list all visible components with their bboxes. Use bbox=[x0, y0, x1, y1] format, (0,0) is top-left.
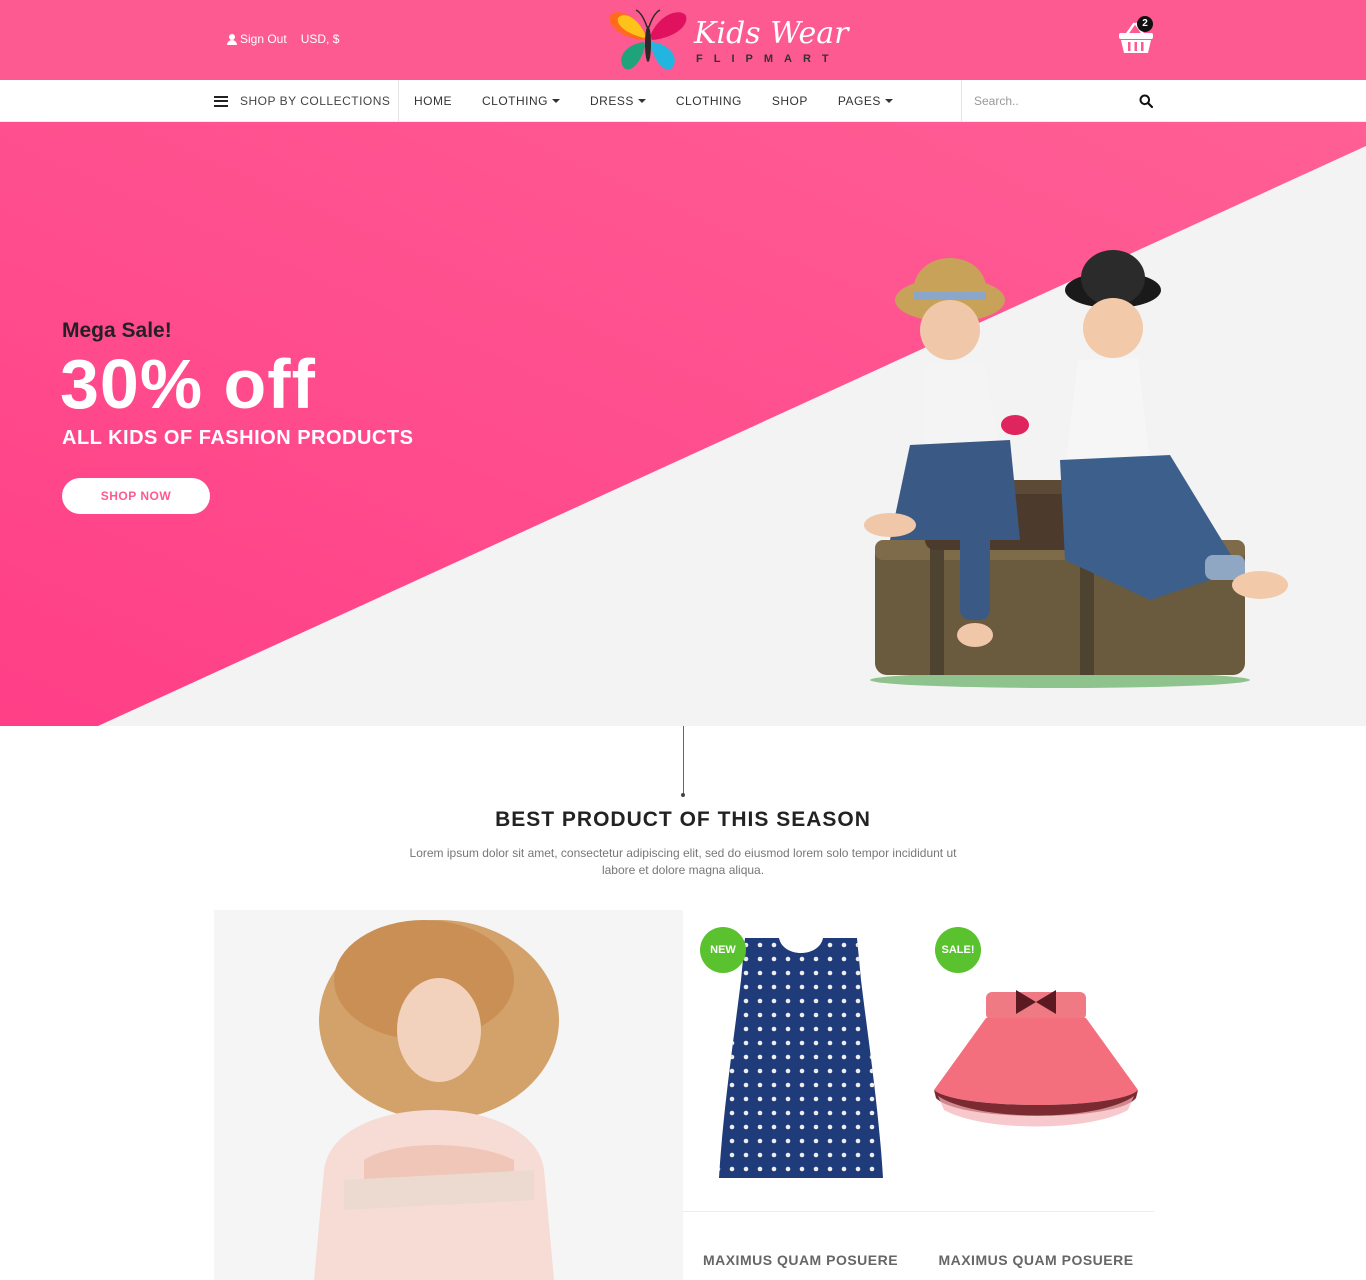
hero-headline: 30% off bbox=[60, 345, 316, 423]
featured-product-image[interactable] bbox=[214, 910, 683, 1280]
sale-badge: SALE! bbox=[935, 927, 981, 973]
nav-item-label: PAGES bbox=[837, 94, 881, 108]
cart-count-badge: 2 bbox=[1137, 16, 1153, 32]
logo-title: Kids Wear bbox=[694, 16, 849, 51]
nav-item-label: CLOTHING bbox=[675, 94, 742, 108]
logo-subtitle: FLIPMART bbox=[696, 53, 840, 65]
product-card[interactable]: SALE! MAXIMUS QUAM POSUERE bbox=[918, 910, 1154, 1280]
girl-in-sweater-image bbox=[314, 920, 559, 1280]
main-menu: HOME CLOTHING DRESS CLOTHING SHOP PAGES bbox=[399, 80, 908, 122]
user-icon bbox=[227, 34, 237, 45]
section-title: BEST PRODUCT OF THIS SEASON bbox=[495, 808, 871, 831]
cart-button[interactable]: 2 bbox=[1117, 16, 1155, 56]
hero-banner: Mega Sale! 30% off ALL KIDS OF FASHION P… bbox=[0, 122, 1366, 726]
caret-down-icon bbox=[637, 99, 646, 103]
nav-item-label: HOME bbox=[414, 94, 452, 108]
section-description: Lorem ipsum dolor sit amet, consectetur … bbox=[409, 846, 957, 877]
hero-subtitle: ALL KIDS OF FASHION PRODUCTS bbox=[62, 427, 414, 449]
nav-item-pages-dropdown[interactable]: PAGES bbox=[823, 94, 908, 108]
caret-down-icon bbox=[884, 99, 893, 103]
nav-item-home[interactable]: HOME bbox=[399, 94, 467, 108]
top-header: Sign Out USD, $ Kids Wear FLIPMART 2 bbox=[0, 0, 1366, 80]
hero-pretitle: Mega Sale! bbox=[62, 319, 172, 342]
nav-item-label: DRESS bbox=[590, 94, 634, 108]
butterfly-logo-icon bbox=[609, 9, 687, 70]
product-card[interactable]: NEW MAXIMUS QUAM POSUERE bbox=[683, 910, 919, 1280]
currency-selector[interactable]: USD, $ bbox=[301, 32, 340, 46]
shop-by-collections-button[interactable]: SHOP BY COLLECTIONS bbox=[214, 80, 399, 122]
sign-out-link[interactable]: Sign Out bbox=[227, 32, 287, 46]
top-links: Sign Out USD, $ bbox=[227, 32, 339, 46]
main-navbar: SHOP BY COLLECTIONS HOME CLOTHING DRESS … bbox=[0, 80, 1366, 122]
new-badge: NEW bbox=[700, 927, 746, 973]
kids-on-suitcases-image bbox=[864, 250, 1288, 688]
hamburger-icon bbox=[214, 95, 228, 107]
sign-out-label: Sign Out bbox=[240, 32, 287, 46]
nav-item-clothing[interactable]: CLOTHING bbox=[661, 94, 757, 108]
search-box bbox=[961, 80, 1156, 122]
nav-item-clothing-dropdown[interactable]: CLOTHING bbox=[467, 94, 575, 108]
collections-label: SHOP BY COLLECTIONS bbox=[240, 94, 391, 108]
caret-down-icon bbox=[552, 99, 561, 103]
product-image[interactable]: NEW bbox=[683, 910, 918, 1212]
section-divider-dot bbox=[681, 793, 685, 797]
nav-item-shop[interactable]: SHOP bbox=[757, 94, 823, 108]
logo[interactable]: Kids Wear FLIPMART bbox=[608, 6, 849, 76]
product-name[interactable]: MAXIMUS QUAM POSUERE bbox=[683, 1252, 918, 1268]
shop-now-button[interactable]: SHOP NOW bbox=[62, 478, 210, 514]
product-name[interactable]: MAXIMUS QUAM POSUERE bbox=[918, 1252, 1154, 1268]
search-icon[interactable] bbox=[1139, 94, 1153, 108]
section-divider-line bbox=[683, 726, 684, 794]
product-image[interactable]: SALE! bbox=[918, 910, 1154, 1212]
search-input[interactable] bbox=[974, 94, 1124, 108]
nav-item-label: CLOTHING bbox=[482, 94, 549, 108]
nav-item-dress-dropdown[interactable]: DRESS bbox=[575, 94, 661, 108]
nav-item-label: SHOP bbox=[771, 94, 808, 108]
